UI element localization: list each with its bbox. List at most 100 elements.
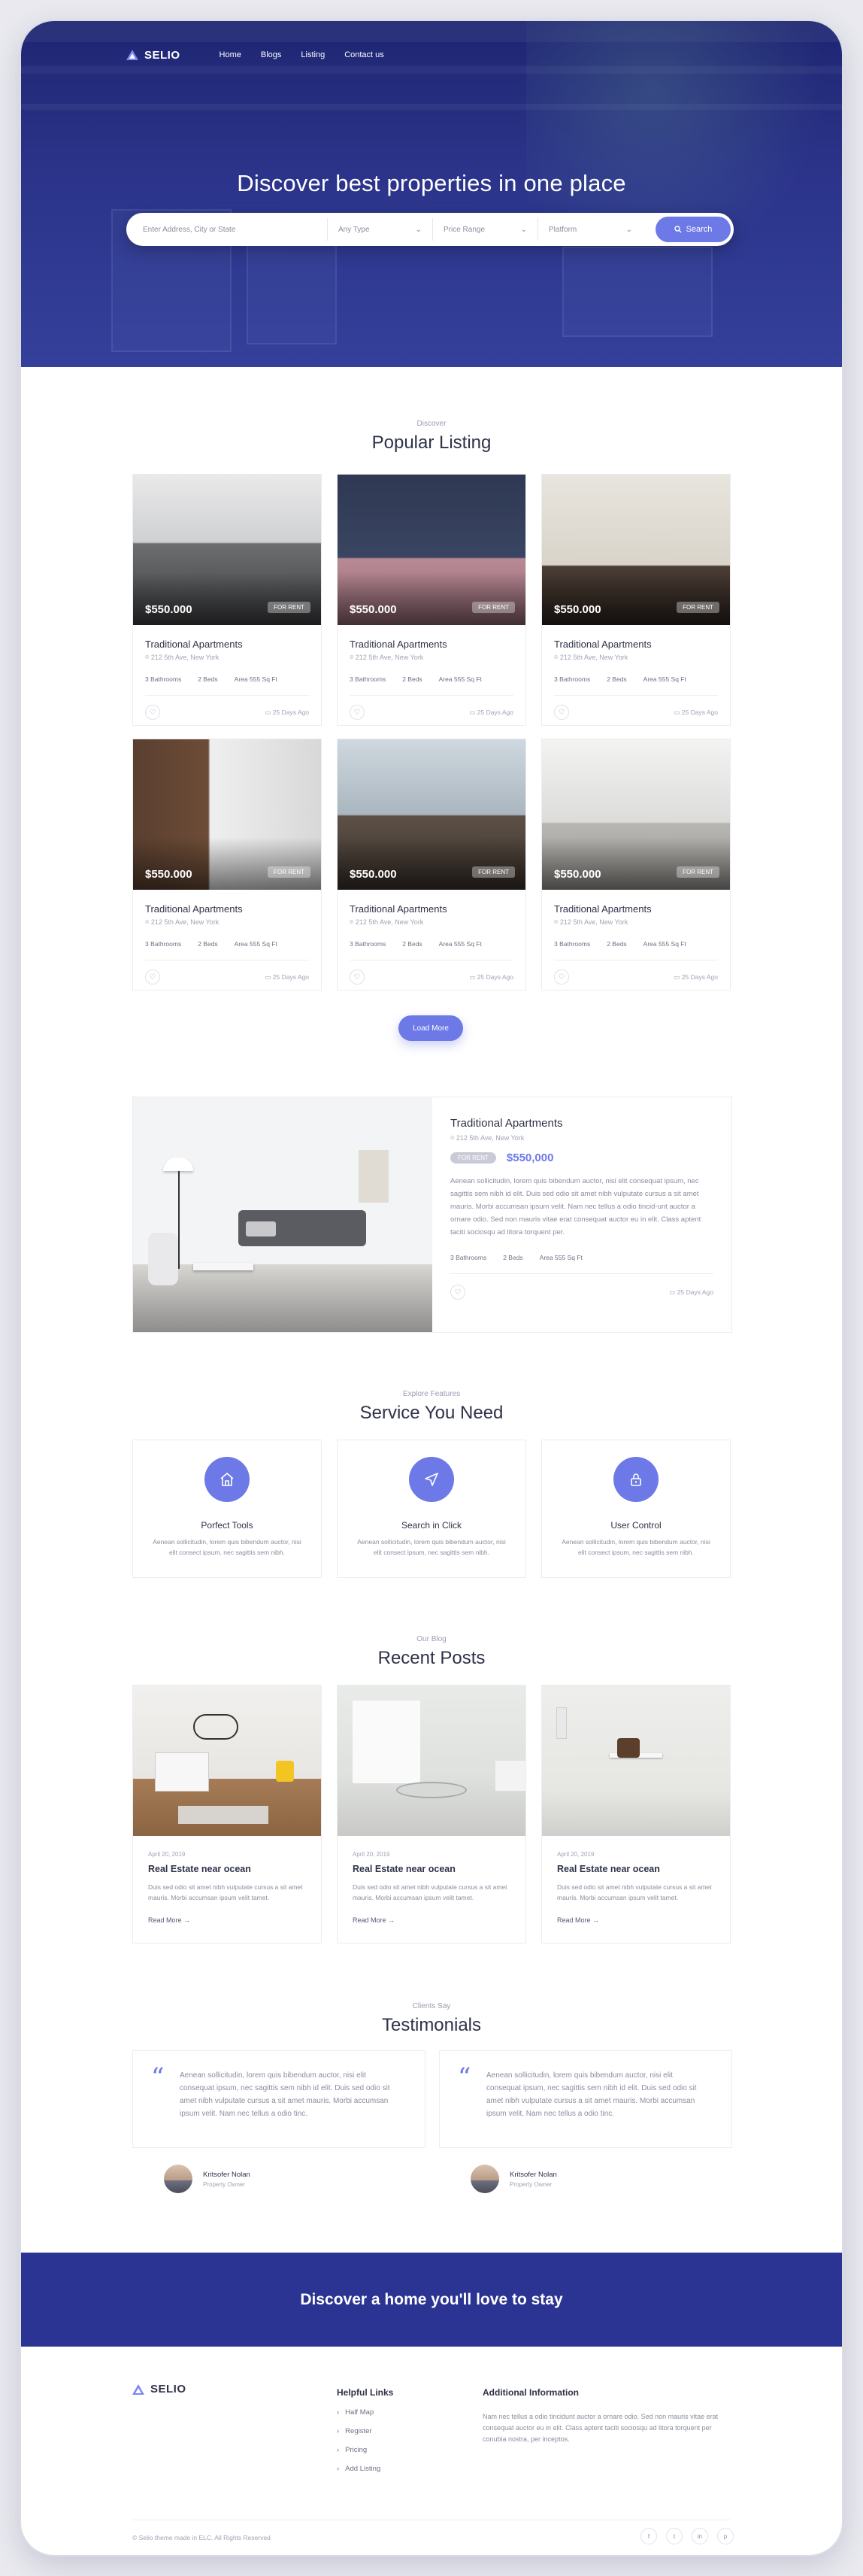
post-excerpt: Duis sed odio sit amet nibh vulputate cu… [353,1883,507,1901]
home-icon [204,1457,250,1502]
listing-address-text: 212 5th Ave, New York [559,654,628,661]
quote-icon: “ [151,2062,165,2092]
listing-meta: 3 Bathrooms 2 Beds Area 555 Sq Ft [350,940,513,960]
listing-address: ⌾ 212 5th Ave, New York [554,918,628,926]
brand-logo[interactable]: SELIO [126,49,180,62]
listing-baths: 3 Bathrooms [350,675,386,683]
heart-icon[interactable]: ♡ [554,969,569,985]
nav-link-contact[interactable]: Contact us [344,50,384,59]
read-more-link[interactable]: Read More → [557,1916,715,1924]
additional-info: Additional Information Nam nec tellus a … [483,2387,731,2445]
listing-title[interactable]: Traditional Apartments [145,903,309,915]
arrow-right-icon: → [183,1916,191,1924]
post-title[interactable]: Real Estate near ocean [353,1864,510,1874]
address-input[interactable]: Enter Address, City or State [143,226,327,234]
nav-link-home[interactable]: Home [220,50,241,59]
service-title: Search in Click [401,1520,462,1531]
featured-listing[interactable]: Traditional Apartments ⌾ 212 5th Ave, Ne… [132,1097,732,1333]
listing-card[interactable]: $550.000 FOR RENT Traditional Apartments ⌾ … [132,474,322,726]
author-role: Property Owner [510,2180,553,2188]
featured-title[interactable]: Traditional Apartments [450,1117,713,1130]
testimonials-title: Testimonials [381,2015,482,2035]
testimonial-author: Kritsofer Nolan Property Owner [164,2165,250,2193]
listing-card[interactable]: $550.000 FOR RENT Traditional Apartments ⌾ … [132,739,322,991]
chevron-right-icon: › [337,2427,340,2435]
heart-icon[interactable]: ♡ [145,705,160,720]
listing-days-text: 25 Days Ago [681,708,718,716]
listing-baths: 3 Bathrooms [145,675,182,683]
cta-title: Discover a home you'll love to stay [300,2290,563,2308]
listing-image: $550.000 FOR RENT [542,475,730,625]
wall-shelf [359,1150,389,1203]
listing-card[interactable]: $550.000 FOR RENT Traditional Apartments ⌾ … [337,474,526,726]
lock-icon [613,1457,659,1502]
read-more-link[interactable]: Read More → [148,1916,306,1924]
facebook-icon[interactable]: f [640,2528,657,2544]
listing-meta: 3 Bathrooms 2 Beds Area 555 Sq Ft [554,940,718,960]
listing-image: $550.000 FOR RENT [338,739,525,890]
service-card: Porfect Tools Aenean sollicitudin, lorem… [132,1440,322,1578]
load-more-button[interactable]: Load More [398,1015,463,1041]
read-more-link[interactable]: Read More → [353,1916,510,1924]
footer-link[interactable]: › Pricing [337,2446,393,2454]
listing-price: $550.000 [145,868,192,881]
listing-title[interactable]: Traditional Apartments [350,903,513,915]
type-select[interactable]: Any Type ⌄ [327,218,432,241]
listing-address: ⌾ 212 5th Ave, New York [145,918,220,926]
listing-days-text: 25 Days Ago [272,972,309,981]
footer-link[interactable]: › Register [337,2427,393,2435]
footer-link-label: Half Map [345,2408,374,2417]
listing-days-text: 25 Days Ago [272,708,309,716]
lamp [557,1708,566,1738]
nav-link-listing[interactable]: Listing [301,50,325,59]
heart-icon[interactable]: ♡ [350,705,365,720]
listing-title[interactable]: Traditional Apartments [350,639,513,650]
footer-link[interactable]: › Half Map [337,2408,393,2417]
post-title[interactable]: Real Estate near ocean [557,1864,715,1874]
nav-link-blogs[interactable]: Blogs [261,50,282,59]
listing-body: Traditional Apartments ⌾ 212 5th Ave, New… [338,890,525,985]
hero-section: SELIO Home Blogs Listing Contact us Disc… [21,21,842,367]
chevron-right-icon: › [337,2465,340,2473]
listing-days: ▭ 25 Days Ago [674,972,718,981]
search-button[interactable]: Search [656,217,731,242]
listing-baths: 3 Bathrooms [145,940,182,948]
blog-post-card[interactable]: April 20, 2019 Real Estate near ocean Du… [132,1685,322,1943]
post-title[interactable]: Real Estate near ocean [148,1864,306,1874]
listing-meta: 3 Bathrooms 2 Beds Area 555 Sq Ft [145,675,309,696]
listing-card[interactable]: $550.000 FOR RENT Traditional Apartments ⌾ … [337,739,526,991]
listing-eyebrow: Discover [416,420,447,428]
footer-link[interactable]: › Add Listing [337,2465,393,2473]
listing-days: ▭ 25 Days Ago [674,708,718,716]
blog-post-card[interactable]: April 20, 2019 Real Estate near ocean Du… [541,1685,731,1943]
platform-select[interactable]: Platform ⌄ [537,218,643,241]
listing-days: ▭ 25 Days Ago [265,972,309,981]
featured-address-text: 212 5th Ave, New York [456,1134,525,1142]
footer-logo[interactable]: SELIO [132,2383,186,2395]
post-date: April 20, 2019 [557,1851,595,1858]
helpful-links: Helpful Links › Half Map › Register › Prici… [337,2387,393,2473]
heart-icon[interactable]: ♡ [450,1285,465,1300]
featured-description: Aenean sollicitudin, lorem quis bibendum… [450,1177,701,1236]
listing-card[interactable]: $550.000 FOR RENT Traditional Apartments ⌾ … [541,474,731,726]
send-icon [409,1457,454,1502]
linkedin-icon[interactable]: in [692,2528,708,2544]
listing-baths: 3 Bathrooms [350,940,386,948]
price-select[interactable]: Price Range ⌄ [432,218,537,241]
listing-title[interactable]: Traditional Apartments [145,639,309,650]
posts-header: Our Blog Recent Posts [21,1635,842,1669]
pinterest-icon[interactable]: p [717,2528,734,2544]
heart-icon[interactable]: ♡ [350,969,365,985]
listing-title[interactable]: Traditional Apartments [554,639,718,650]
listing-card[interactable]: $550.000 FOR RENT Traditional Apartments ⌾ … [541,739,731,991]
image-overlay [133,837,321,890]
hero-title: Discover best properties in one place [237,170,626,196]
twitter-icon[interactable]: t [666,2528,683,2544]
blog-post-card[interactable]: April 20, 2019 Real Estate near ocean Du… [337,1685,526,1943]
listing-days-text: 25 Days Ago [477,708,513,716]
testimonials-eyebrow: Clients Say [412,2002,451,2010]
listing-title[interactable]: Traditional Apartments [554,903,718,915]
author-role: Property Owner [203,2180,246,2188]
heart-icon[interactable]: ♡ [145,969,160,985]
heart-icon[interactable]: ♡ [554,705,569,720]
